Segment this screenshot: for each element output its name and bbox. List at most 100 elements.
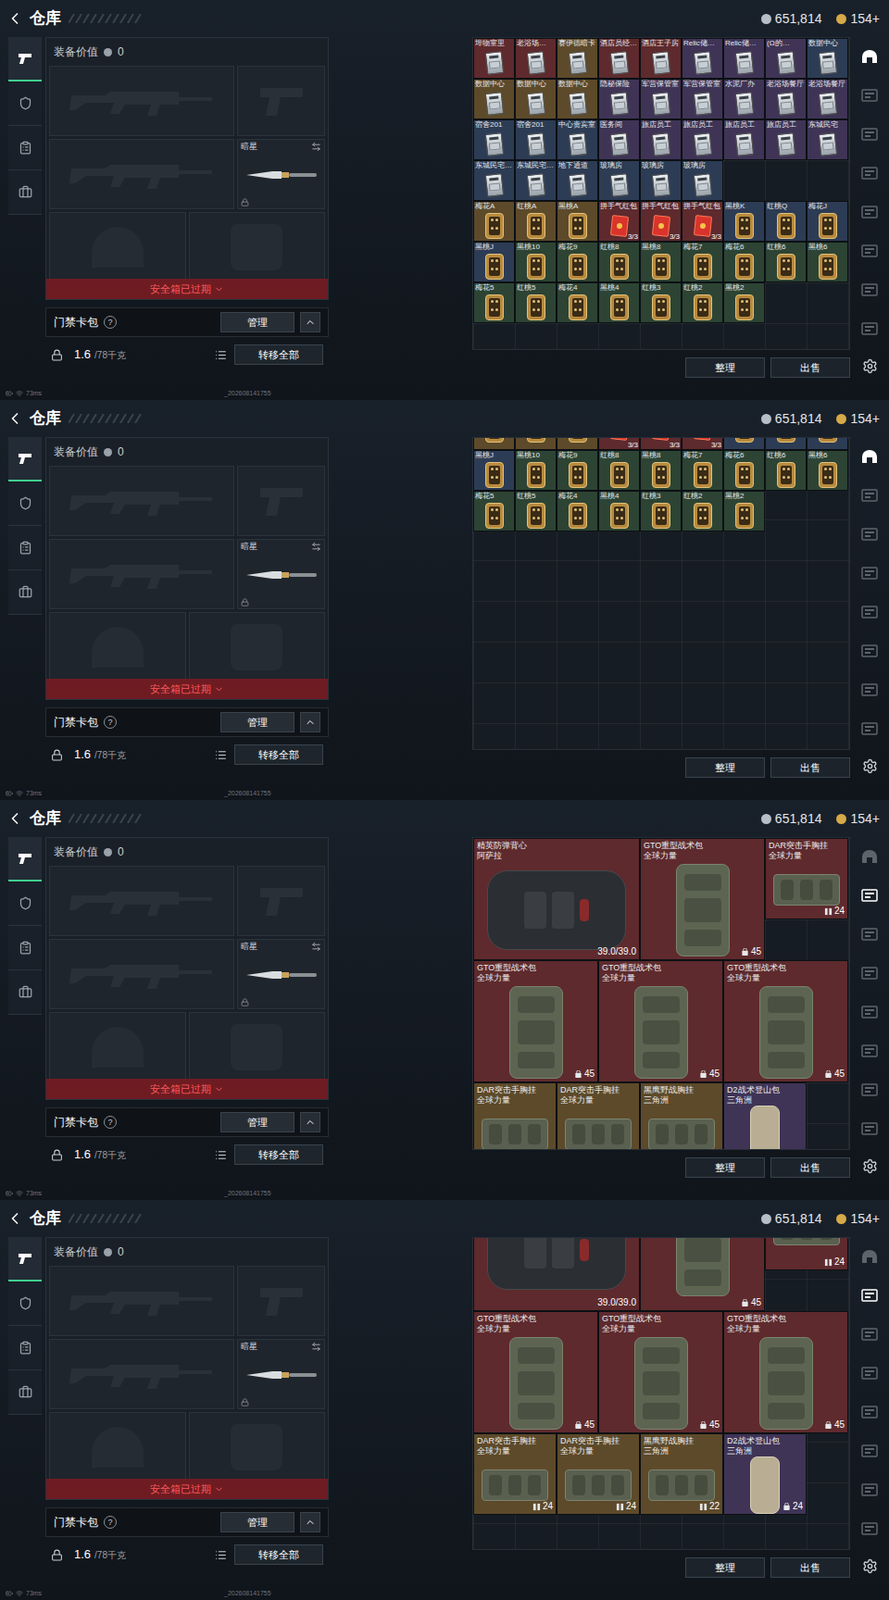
inventory-item[interactable]: 红桃Q [764, 200, 807, 242]
inventory-item[interactable]: 黑桃2 [723, 282, 765, 324]
expired-banner[interactable]: 安全箱已过期 [46, 1478, 328, 1500]
left-tab[interactable] [8, 525, 42, 571]
pistol-slot[interactable] [237, 465, 326, 537]
swap-icon[interactable] [311, 541, 322, 552]
inventory-item[interactable]: 玻璃房 [681, 160, 724, 201]
inventory-grid[interactable]: 3/33/33/3黑桃J黑桃10梅花9红桃8黑桃8梅花7梅花6红桃6黑桃6梅花5… [472, 437, 851, 751]
inventory-item[interactable]: 数据中心 [473, 78, 515, 120]
inventory-item[interactable] [764, 437, 807, 451]
pistol-slot[interactable] [237, 65, 326, 137]
gear-item[interactable]: DAR突击手胸挂全球力量24 [473, 1433, 557, 1516]
collapse-button[interactable] [300, 712, 321, 733]
storage-tab[interactable] [855, 1431, 884, 1471]
storage-tab[interactable] [855, 1109, 884, 1149]
grid-button[interactable]: 出售 [770, 1157, 851, 1178]
inventory-item[interactable]: 红桃8 [598, 241, 640, 283]
inventory-item[interactable]: 梅花5 [473, 490, 515, 532]
inventory-item[interactable]: 埠物室里 [473, 37, 515, 79]
secondary-weapon-slot[interactable] [49, 138, 235, 210]
help-button[interactable]: ? [103, 715, 117, 729]
inventory-item[interactable] [473, 437, 515, 451]
expired-banner[interactable]: 安全箱已过期 [46, 678, 328, 700]
expired-banner[interactable]: 安全箱已过期 [46, 1078, 328, 1100]
left-tab[interactable] [8, 570, 42, 615]
left-tab[interactable] [8, 926, 42, 971]
inventory-item[interactable]: 红桃5 [514, 490, 557, 532]
inventory-item[interactable]: 红桃2 [681, 282, 724, 324]
inventory-item[interactable]: 黑桃8 [639, 450, 682, 491]
inventory-item[interactable]: 东城民宅 [806, 119, 849, 161]
storage-tab[interactable] [855, 475, 884, 515]
inventory-item[interactable]: 梅花4 [556, 282, 599, 324]
storage-tab[interactable] [855, 231, 884, 271]
inventory-item[interactable]: 红桃8 [598, 450, 640, 491]
gear-item[interactable]: 45 [639, 1237, 765, 1312]
gear-item[interactable]: GTO重型战术包全球力量45 [639, 838, 765, 961]
inventory-grid[interactable]: 精英防弹背心阿萨拉39.0/39.0GTO重型战术包全球力量45DAR突击手胸挂… [472, 837, 851, 1151]
inventory-item[interactable]: 黑桃J [473, 450, 515, 491]
inventory-item[interactable]: 红桃6 [764, 450, 807, 491]
pistol-slot[interactable] [237, 1265, 326, 1337]
gear-item[interactable]: GTO重型战术包全球力量45 [473, 1311, 599, 1434]
left-tab[interactable] [8, 81, 42, 126]
inventory-item[interactable]: 拼手气红包3/3 [639, 200, 682, 242]
inventory-item[interactable]: 地下通道 [556, 160, 599, 201]
gear-item[interactable]: D2战术登山包三角洲 [723, 1082, 807, 1151]
gear-item[interactable]: DAR突击手胸挂全球力量24 [556, 1433, 640, 1516]
left-tab[interactable] [8, 437, 42, 482]
inventory-item[interactable]: 黑桃10 [514, 241, 557, 283]
transfer-all-button[interactable]: 转移全部 [234, 344, 324, 365]
manage-button[interactable]: 管理 [220, 312, 295, 333]
secondary-weapon-slot[interactable] [49, 1339, 235, 1410]
settings-icon[interactable] [862, 1158, 878, 1175]
inventory-item[interactable]: 梅花A [473, 200, 515, 242]
help-button[interactable]: ? [103, 1115, 117, 1129]
inventory-item[interactable]: 黑桃8 [639, 241, 682, 283]
inventory-item[interactable]: 老浴场餐厅 [764, 78, 807, 120]
melee-slot[interactable]: 暗星 [237, 538, 326, 610]
inventory-item[interactable]: 拼手气红包3/3 [681, 200, 724, 242]
melee-slot[interactable]: 暗星 [237, 1339, 326, 1410]
back-icon[interactable] [5, 809, 25, 828]
storage-tab[interactable] [855, 1070, 884, 1110]
left-tab[interactable] [8, 837, 42, 882]
inventory-item[interactable]: 东城民宅… [514, 160, 557, 201]
inventory-item[interactable]: 梅花7 [681, 241, 724, 283]
inventory-item[interactable]: 梅花6 [723, 450, 765, 491]
storage-tab[interactable] [855, 670, 884, 710]
left-tab[interactable] [8, 1237, 42, 1282]
inventory-item[interactable]: 酒店员经… [598, 37, 640, 79]
storage-tab[interactable] [855, 592, 884, 632]
primary-weapon-slot[interactable] [49, 865, 235, 937]
melee-slot[interactable]: 暗星 [237, 939, 326, 1010]
inventory-item[interactable]: 旅店员工 [639, 119, 682, 161]
inventory-item[interactable]: Relic储… [723, 37, 765, 79]
storage-tab[interactable] [855, 1314, 884, 1354]
back-icon[interactable] [5, 9, 25, 28]
storage-tab[interactable] [855, 114, 884, 154]
list-button[interactable] [210, 1544, 231, 1566]
storage-tab[interactable] [855, 1470, 884, 1510]
inventory-item[interactable]: 玻璃房 [598, 160, 640, 201]
helmet-slot[interactable] [49, 1412, 187, 1479]
helmet-slot[interactable] [49, 612, 187, 679]
expired-banner[interactable]: 安全箱已过期 [46, 278, 328, 300]
list-button[interactable] [210, 744, 231, 765]
inventory-item[interactable]: 旅店员工 [681, 119, 724, 161]
list-button[interactable] [210, 344, 231, 365]
grid-button[interactable]: 出售 [770, 1557, 851, 1578]
grid-button[interactable]: 出售 [770, 757, 851, 778]
inventory-item[interactable]: 老浴场… [514, 37, 557, 79]
inventory-item[interactable]: 玻璃房 [639, 160, 682, 201]
storage-tab[interactable] [855, 1353, 884, 1393]
inventory-item[interactable] [806, 437, 849, 451]
storage-tab[interactable] [855, 1392, 884, 1432]
inventory-item[interactable]: 水泥厂办 [723, 78, 765, 120]
left-tab[interactable] [8, 1281, 42, 1327]
inventory-item[interactable]: 黑桃4 [598, 282, 640, 324]
storage-tab[interactable] [855, 437, 884, 476]
armor-slot[interactable] [188, 212, 326, 279]
secondary-weapon-slot[interactable] [49, 939, 235, 1010]
inventory-item[interactable]: Relic储… [681, 37, 724, 79]
inventory-item[interactable]: 黑桃A [556, 200, 599, 242]
